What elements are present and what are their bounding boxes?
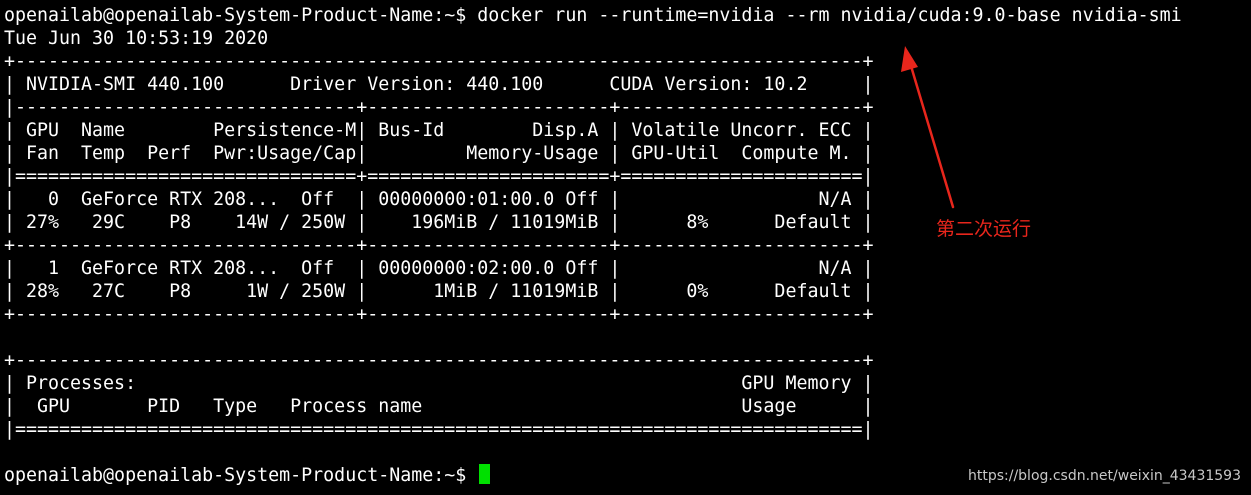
gpu-1-row-1: | 1 GeForce RTX 208... Off | 00000000:02…: [4, 258, 874, 279]
gpu-1-row-2: | 28% 27C P8 1W / 250W | 1MiB / 11019MiB…: [4, 281, 874, 302]
processes-header-divider: |=======================================…: [4, 419, 874, 440]
annotation-label: 第二次运行: [936, 218, 1032, 240]
terminal-cursor: [479, 464, 491, 484]
timestamp-line: Tue Jun 30 10:53:19 2020: [4, 28, 269, 49]
shell-prompt: openailab@openailab-System-Product-Name:…: [4, 465, 478, 486]
watermark-text: https://blog.csdn.net/weixin_43431593: [967, 468, 1241, 484]
command-line: openailab@openailab-System-Product-Name:…: [4, 5, 1182, 26]
table-separator: |-------------------------------+-------…: [4, 97, 874, 118]
version-info-line: | NVIDIA-SMI 440.100 Driver Version: 440…: [4, 74, 874, 95]
table-border-top: +---------------------------------------…: [4, 51, 874, 72]
table-header-row-1: | GPU Name Persistence-M| Bus-Id Disp.A …: [4, 120, 874, 141]
table-header-row-2: | Fan Temp Perf Pwr:Usage/Cap| Memory-Us…: [4, 143, 874, 164]
processes-header-row-1: | Processes: GPU Memory |: [4, 373, 874, 394]
processes-border-top: +---------------------------------------…: [4, 350, 874, 371]
table-border-bottom: +-------------------------------+-------…: [4, 304, 874, 325]
processes-header-row-2: | GPU PID Type Process name Usage |: [4, 396, 874, 417]
table-header-divider: |===============================+=======…: [4, 166, 874, 187]
gpu-0-row-1: | 0 GeForce RTX 208... Off | 00000000:01…: [4, 189, 874, 210]
terminal-output[interactable]: openailab@openailab-System-Product-Name:…: [4, 4, 1182, 487]
